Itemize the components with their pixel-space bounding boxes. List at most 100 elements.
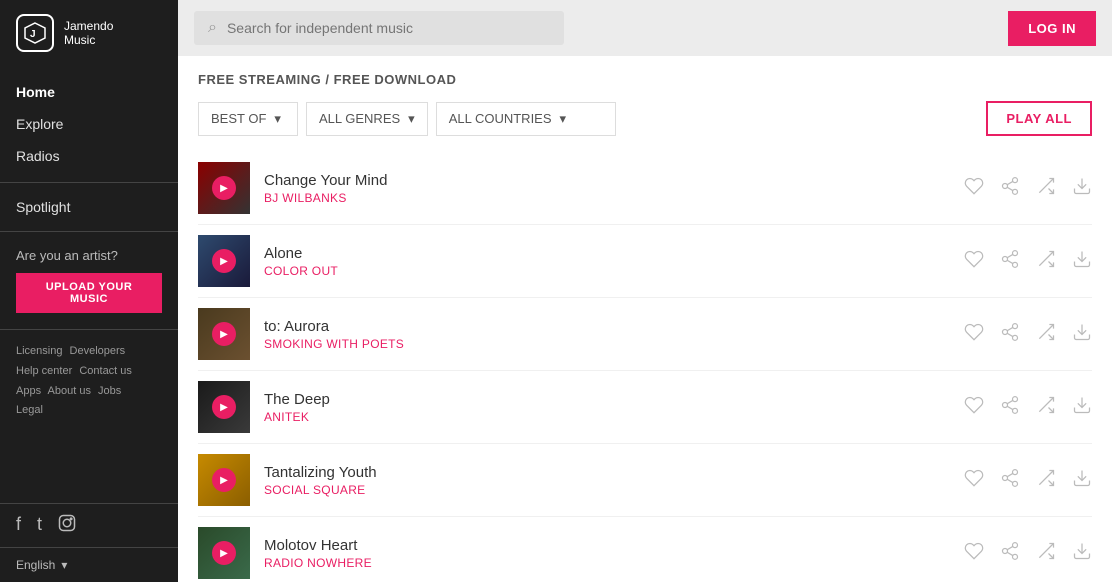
header: ⌕ LOG IN — [178, 0, 1112, 56]
like-icon[interactable] — [964, 176, 984, 201]
play-button[interactable]: ▶ — [212, 322, 236, 346]
track-thumb: ▶ — [198, 527, 250, 579]
track-info: Tantalizing Youth SOCIAL SQUARE — [264, 464, 950, 497]
track-thumb: ▶ — [198, 454, 250, 506]
nav-spotlight[interactable]: Spotlight — [0, 191, 178, 223]
track-actions — [964, 395, 1092, 420]
footer-legal[interactable]: Legal — [16, 404, 43, 416]
track-artist[interactable]: BJ WILBANKS — [264, 191, 950, 205]
download-icon[interactable] — [1072, 249, 1092, 274]
play-button[interactable]: ▶ — [212, 395, 236, 419]
track-title: to: Aurora — [264, 318, 950, 335]
social-icons: f t — [0, 503, 178, 548]
footer-licensing[interactable]: Licensing — [16, 345, 62, 357]
best-of-filter[interactable]: BEST OF ▾ — [198, 102, 298, 136]
twitter-icon[interactable]: t — [37, 514, 42, 537]
nav-radios[interactable]: Radios — [0, 140, 178, 172]
track-actions — [964, 468, 1092, 493]
search-input[interactable] — [227, 20, 550, 36]
play-all-button[interactable]: PLAY ALL — [986, 101, 1092, 136]
track-actions — [964, 322, 1092, 347]
footer-jobs[interactable]: Jobs — [98, 385, 121, 397]
footer-developers[interactable]: Developers — [70, 345, 126, 357]
shuffle-icon[interactable] — [1036, 249, 1056, 274]
upload-music-button[interactable]: UPLOAD YOUR MUSIC — [16, 273, 162, 313]
content-subtitle: FREE STREAMING / FREE DOWNLOAD — [198, 72, 1092, 87]
logo-icon: J — [16, 14, 54, 52]
logo-name: Jamendo — [64, 19, 113, 33]
track-artist[interactable]: COLOR OUT — [264, 264, 950, 278]
track-artist[interactable]: ANITEK — [264, 410, 950, 424]
track-row: ▶ Molotov Heart RADIO NOWHERE — [198, 517, 1092, 582]
chevron-down-icon: ▾ — [408, 111, 415, 127]
main-content: ⌕ LOG IN FREE STREAMING / FREE DOWNLOAD … — [178, 0, 1112, 582]
artist-question: Are you an artist? — [16, 248, 162, 263]
like-icon[interactable] — [964, 468, 984, 493]
footer-contact[interactable]: Contact us — [79, 365, 132, 377]
share-icon[interactable] — [1000, 176, 1020, 201]
share-icon[interactable] — [1000, 322, 1020, 347]
track-info: Molotov Heart RADIO NOWHERE — [264, 537, 950, 570]
track-title: The Deep — [264, 391, 950, 408]
share-icon[interactable] — [1000, 395, 1020, 420]
logo-subtitle: Music — [64, 33, 113, 47]
track-artist[interactable]: SMOKING WITH POETS — [264, 337, 950, 351]
footer-links: Licensing Developers Help center Contact… — [0, 330, 178, 503]
language-selector[interactable]: English ▾ — [0, 548, 178, 582]
shuffle-icon[interactable] — [1036, 541, 1056, 566]
footer-about[interactable]: About us — [48, 385, 91, 397]
nav-home[interactable]: Home — [0, 76, 178, 108]
shuffle-icon[interactable] — [1036, 395, 1056, 420]
footer-help[interactable]: Help center — [16, 365, 72, 377]
like-icon[interactable] — [964, 322, 984, 347]
share-icon[interactable] — [1000, 541, 1020, 566]
track-thumb: ▶ — [198, 162, 250, 214]
track-title: Molotov Heart — [264, 537, 950, 554]
main-nav: Home Explore Radios — [0, 66, 178, 183]
track-row: ▶ to: Aurora SMOKING WITH POETS — [198, 298, 1092, 371]
share-icon[interactable] — [1000, 249, 1020, 274]
like-icon[interactable] — [964, 541, 984, 566]
download-icon[interactable] — [1072, 395, 1092, 420]
download-icon[interactable] — [1072, 541, 1092, 566]
like-icon[interactable] — [964, 395, 984, 420]
play-button[interactable]: ▶ — [212, 541, 236, 565]
track-thumb: ▶ — [198, 381, 250, 433]
chevron-down-icon: ▾ — [61, 558, 67, 572]
login-button[interactable]: LOG IN — [1008, 11, 1096, 46]
track-thumb: ▶ — [198, 235, 250, 287]
share-icon[interactable] — [1000, 468, 1020, 493]
shuffle-icon[interactable] — [1036, 468, 1056, 493]
search-bar: ⌕ — [194, 11, 564, 45]
like-icon[interactable] — [964, 249, 984, 274]
genres-filter[interactable]: ALL GENRES ▾ — [306, 102, 428, 136]
chevron-down-icon: ▾ — [560, 111, 567, 127]
instagram-icon[interactable] — [58, 514, 76, 537]
track-title: Tantalizing Youth — [264, 464, 950, 481]
track-info: The Deep ANITEK — [264, 391, 950, 424]
track-artist[interactable]: SOCIAL SQUARE — [264, 483, 950, 497]
nav-explore[interactable]: Explore — [0, 108, 178, 140]
play-button[interactable]: ▶ — [212, 249, 236, 273]
play-button[interactable]: ▶ — [212, 176, 236, 200]
shuffle-icon[interactable] — [1036, 322, 1056, 347]
download-icon[interactable] — [1072, 176, 1092, 201]
download-icon[interactable] — [1072, 468, 1092, 493]
track-title: Change Your Mind — [264, 172, 950, 189]
track-row: ▶ The Deep ANITEK — [198, 371, 1092, 444]
logo-area: J Jamendo Music — [0, 0, 178, 66]
countries-filter[interactable]: ALL COUNTRIES ▾ — [436, 102, 616, 136]
shuffle-icon[interactable] — [1036, 176, 1056, 201]
track-info: to: Aurora SMOKING WITH POETS — [264, 318, 950, 351]
play-button[interactable]: ▶ — [212, 468, 236, 492]
track-row: ▶ Change Your Mind BJ WILBANKS — [198, 152, 1092, 225]
track-artist[interactable]: RADIO NOWHERE — [264, 556, 950, 570]
track-row: ▶ Tantalizing Youth SOCIAL SQUARE — [198, 444, 1092, 517]
sidebar: J Jamendo Music Home Explore Radios Spot… — [0, 0, 178, 582]
content-area: FREE STREAMING / FREE DOWNLOAD BEST OF ▾… — [178, 56, 1112, 582]
footer-apps[interactable]: Apps — [16, 385, 41, 397]
facebook-icon[interactable]: f — [16, 514, 21, 537]
download-icon[interactable] — [1072, 322, 1092, 347]
track-actions — [964, 249, 1092, 274]
filters-bar: BEST OF ▾ ALL GENRES ▾ ALL COUNTRIES ▾ P… — [198, 101, 1092, 136]
